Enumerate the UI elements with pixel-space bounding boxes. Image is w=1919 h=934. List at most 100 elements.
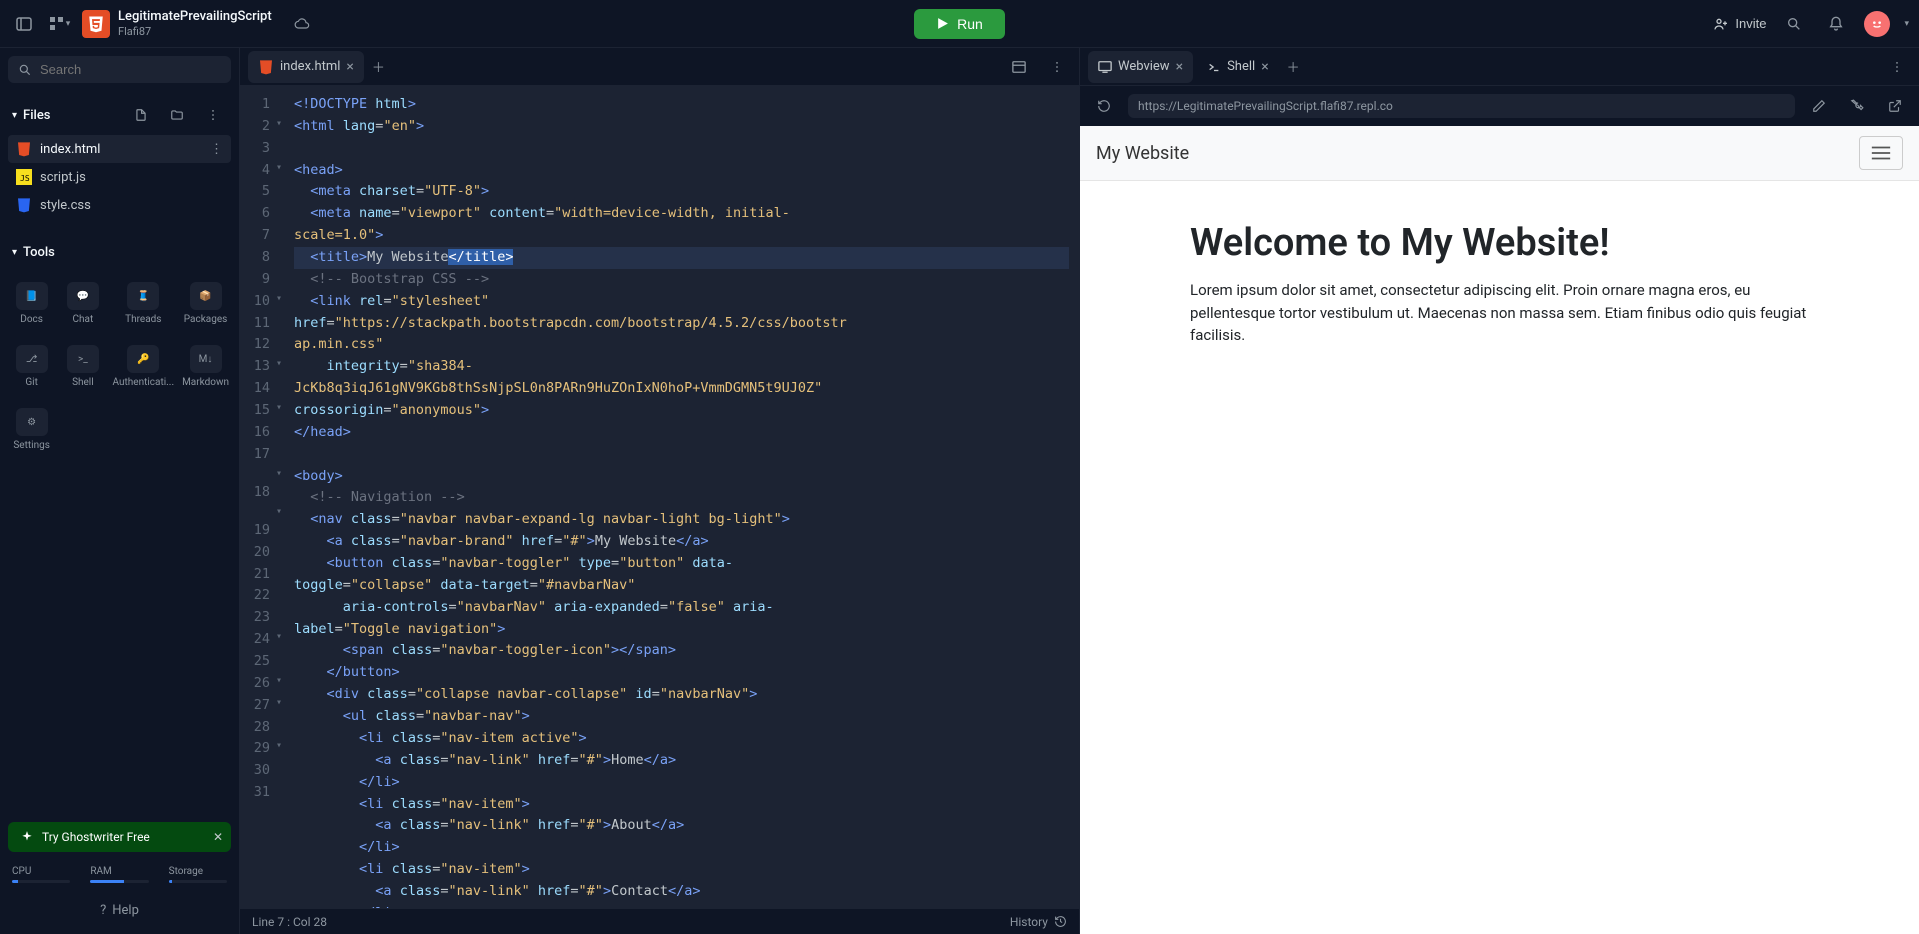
statusbar: Line 7 : Col 28 History bbox=[240, 908, 1079, 934]
notifications-icon[interactable] bbox=[1822, 10, 1850, 38]
search-box[interactable] bbox=[8, 56, 231, 83]
avatar[interactable] bbox=[1864, 11, 1890, 37]
help-icon: ? bbox=[100, 903, 106, 918]
webview-brand[interactable]: My Website bbox=[1096, 143, 1189, 164]
file-name: index.html bbox=[40, 142, 100, 157]
tool-item[interactable]: 📘Docs bbox=[8, 274, 55, 333]
tool-label: Git bbox=[25, 377, 38, 388]
tool-item[interactable]: 💬 Chat bbox=[59, 274, 106, 333]
more-vertical-icon[interactable] bbox=[1043, 53, 1071, 81]
project-lang-icon bbox=[82, 10, 110, 38]
new-file-icon[interactable] bbox=[127, 101, 155, 129]
project-owner: Flafi87 bbox=[118, 25, 272, 38]
add-tab-button[interactable]: ＋ bbox=[364, 53, 393, 80]
run-button[interactable]: Run bbox=[914, 9, 1005, 39]
close-icon[interactable]: ✕ bbox=[213, 830, 223, 844]
tool-item[interactable]: >_Shell bbox=[59, 337, 106, 396]
code-editor[interactable]: 12▾34▾5678910▾111213▾1415▾1617▾18▾192021… bbox=[240, 86, 1079, 908]
resource-cpu[interactable]: CPU bbox=[12, 866, 70, 883]
navbar-toggle-button[interactable] bbox=[1859, 136, 1903, 170]
history-button[interactable]: History bbox=[1010, 915, 1067, 929]
file-item[interactable]: index.html ⋮ bbox=[8, 135, 231, 163]
new-folder-icon[interactable] bbox=[163, 101, 191, 129]
file-item[interactable]: JS script.js bbox=[8, 163, 231, 191]
file-icon bbox=[16, 197, 32, 213]
preview-tab[interactable]: Shell × bbox=[1197, 51, 1279, 83]
layout-icon[interactable] bbox=[1005, 53, 1033, 81]
open-external-icon[interactable] bbox=[1881, 92, 1909, 120]
tab-label: index.html bbox=[280, 59, 340, 74]
code-content[interactable]: <!DOCTYPE html><html lang="en"> <head> <… bbox=[284, 86, 1079, 908]
resource-bar: CPU RAM Storage bbox=[8, 862, 231, 887]
files-header[interactable]: ▾ Files bbox=[12, 108, 50, 123]
panel-toggle-icon[interactable] bbox=[10, 10, 38, 38]
invite-label: Invite bbox=[1735, 16, 1766, 31]
svg-text:JS: JS bbox=[20, 174, 30, 183]
tool-item[interactable]: M↓Markdown bbox=[180, 337, 231, 396]
close-icon[interactable]: × bbox=[1261, 59, 1268, 75]
tools-label: Tools bbox=[23, 245, 55, 260]
more-vertical-icon[interactable] bbox=[1883, 53, 1911, 81]
invite-button[interactable]: Invite bbox=[1713, 16, 1766, 32]
tool-icon: 🔑 bbox=[127, 345, 159, 373]
ghostwriter-label: Try Ghostwriter Free bbox=[42, 830, 150, 844]
tool-item[interactable]: 🔑 Authenticati... bbox=[111, 337, 177, 396]
reload-icon[interactable] bbox=[1090, 92, 1118, 120]
file-item[interactable]: style.css bbox=[8, 191, 231, 219]
sync-status-icon[interactable] bbox=[288, 10, 316, 38]
add-tab-button[interactable]: ＋ bbox=[1279, 53, 1308, 80]
preview-tab[interactable]: Webview× bbox=[1088, 51, 1193, 83]
tool-item[interactable]: ⚙Settings bbox=[8, 400, 55, 459]
resource-storage[interactable]: Storage bbox=[169, 866, 227, 883]
tool-label: Shell bbox=[72, 377, 94, 388]
topbar: ▾ LegitimatePrevailingScript Flafi87 Run… bbox=[0, 0, 1919, 48]
search-icon[interactable] bbox=[1780, 10, 1808, 38]
url-input[interactable]: https://LegitimatePrevailingScript.flafi… bbox=[1128, 94, 1795, 118]
tools-grid: 📘Docs 💬 Chat 🧵Threads📦Packages ⎇ Git >_Shell 🔑 A… bbox=[8, 274, 231, 459]
tool-item[interactable]: ⎇ Git bbox=[8, 337, 55, 396]
apps-menu-icon[interactable]: ▾ bbox=[46, 10, 74, 38]
edit-icon[interactable] bbox=[1805, 92, 1833, 120]
tool-icon: 📦 bbox=[190, 282, 222, 310]
sidebar: ▾ Files index.html⋮JSscript.jsstyle.css … bbox=[0, 48, 240, 934]
run-label: Run bbox=[957, 16, 983, 32]
more-vertical-icon[interactable]: ⋮ bbox=[210, 142, 223, 157]
search-icon bbox=[18, 63, 32, 77]
close-icon[interactable]: × bbox=[346, 59, 353, 75]
more-vertical-icon[interactable] bbox=[199, 101, 227, 129]
project-info[interactable]: LegitimatePrevailingScript Flafi87 bbox=[118, 9, 272, 38]
webview-content: Welcome to My Website! Lorem ipsum dolor… bbox=[1080, 181, 1919, 387]
wrench-icon[interactable] bbox=[1843, 92, 1871, 120]
resource-ram[interactable]: RAM bbox=[90, 866, 148, 883]
tool-label: Chat bbox=[73, 314, 94, 325]
sparkle-icon bbox=[20, 830, 34, 844]
tool-item[interactable]: 🧵Threads bbox=[111, 274, 177, 333]
tool-item[interactable]: 📦Packages bbox=[180, 274, 231, 333]
file-name: style.css bbox=[40, 198, 91, 213]
chevron-down-icon: ▾ bbox=[12, 247, 17, 258]
webview-heading: Welcome to My Website! bbox=[1190, 221, 1809, 265]
file-icon: JS bbox=[16, 169, 32, 185]
tool-icon: 💬 bbox=[67, 282, 99, 310]
search-input[interactable] bbox=[40, 62, 221, 77]
tab-label: Shell bbox=[1227, 59, 1255, 74]
tool-icon: ⚙ bbox=[16, 408, 48, 436]
preview-pane: Webview× Shell × ＋ https://LegitimatePreva… bbox=[1080, 48, 1919, 934]
editor-tab[interactable]: index.html × bbox=[248, 51, 364, 83]
file-name: script.js bbox=[40, 170, 86, 185]
history-icon bbox=[1054, 915, 1067, 928]
tools-header[interactable]: ▾ Tools bbox=[8, 239, 231, 266]
line-gutter: 12▾34▾5678910▾111213▾1415▾1617▾18▾192021… bbox=[240, 86, 284, 908]
tool-icon: ⎇ bbox=[16, 345, 48, 373]
webview: My Website Welcome to My Website! Lorem … bbox=[1080, 126, 1919, 934]
tab-icon bbox=[1207, 60, 1221, 74]
ghostwriter-button[interactable]: Try Ghostwriter Free ✕ bbox=[8, 822, 231, 852]
help-button[interactable]: ? Help bbox=[8, 895, 231, 926]
tool-label: Threads bbox=[125, 314, 161, 325]
file-icon bbox=[16, 141, 32, 157]
chevron-down-icon: ▾ bbox=[12, 110, 17, 121]
tool-label: Authenticati... bbox=[113, 377, 175, 388]
avatar-chevron-icon[interactable]: ▾ bbox=[1904, 19, 1909, 29]
tab-icon bbox=[1098, 60, 1112, 74]
close-icon[interactable]: × bbox=[1176, 59, 1183, 75]
